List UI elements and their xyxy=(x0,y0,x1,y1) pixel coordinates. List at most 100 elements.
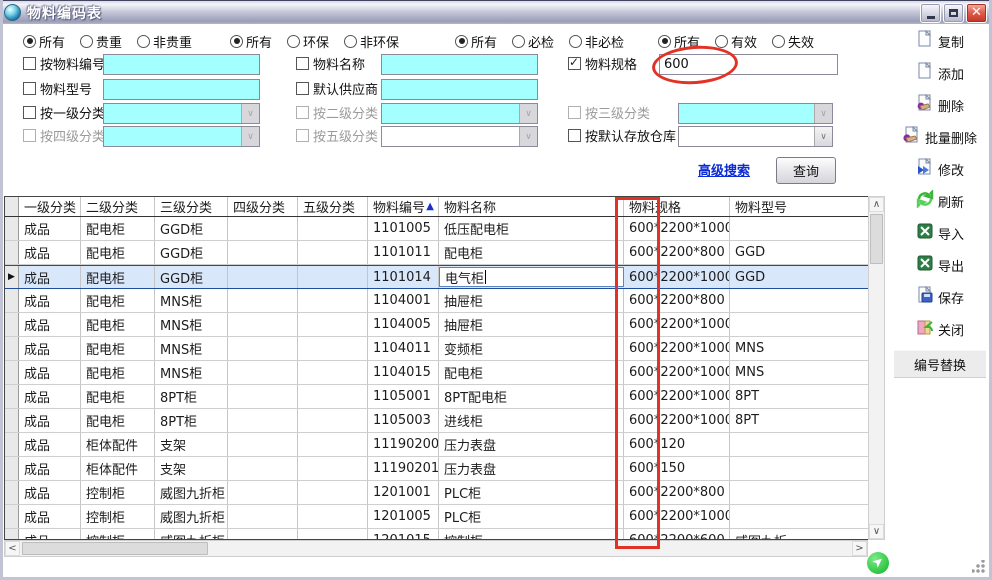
cell-物料规格[interactable]: 600*2200*1000 xyxy=(624,313,730,336)
radio-icon[interactable] xyxy=(230,35,243,48)
cell-四级分类[interactable] xyxy=(228,409,298,432)
cell-二级分类[interactable]: 配电柜 xyxy=(81,409,155,432)
cell-二级分类[interactable]: 配电柜 xyxy=(81,266,155,288)
cell-物料名称[interactable]: 压力表盘 xyxy=(439,433,624,456)
cell-物料型号[interactable] xyxy=(730,433,868,456)
cell-四级分类[interactable] xyxy=(228,241,298,264)
row-gutter[interactable] xyxy=(5,361,19,384)
filter-checkbox-按五级分类[interactable]: 按五级分类 xyxy=(296,126,378,145)
cell-物料名称[interactable]: 8PT配电柜 xyxy=(439,385,624,408)
cell-二级分类[interactable]: 配电柜 xyxy=(81,337,155,360)
checkbox-icon[interactable] xyxy=(23,82,36,95)
table-row[interactable]: 成品控制柜威图九折柜1201001PLC柜600*2200*800 xyxy=(5,481,868,505)
cell-一级分类[interactable]: 成品 xyxy=(19,241,81,264)
table-row[interactable]: 成品配电柜MNS柜1104005抽屉柜600*2200*1000 xyxy=(5,313,868,337)
cell-五级分类[interactable] xyxy=(298,217,368,240)
radio-icon[interactable] xyxy=(287,35,300,48)
table-row[interactable]: 成品配电柜8PT柜11050018PT配电柜600*2200*10008PT xyxy=(5,385,868,409)
cell-二级分类[interactable]: 柜体配件 xyxy=(81,433,155,456)
cell-二级分类[interactable]: 配电柜 xyxy=(81,361,155,384)
chevron-down-icon[interactable]: ∨ xyxy=(241,104,259,123)
cell-二级分类[interactable]: 配电柜 xyxy=(81,241,155,264)
filter-checkbox-按三级分类[interactable]: 按三级分类 xyxy=(568,103,650,122)
table-row[interactable]: 成品配电柜GGD柜1101005低压配电柜600*2200*1000 xyxy=(5,217,868,241)
cell-物料规格[interactable]: 600*2200*1000 xyxy=(624,361,730,384)
cell-五级分类[interactable] xyxy=(298,337,368,360)
filter-checkbox-默认供应商[interactable]: 默认供应商 xyxy=(296,79,378,98)
input-物料名称[interactable] xyxy=(381,54,538,75)
cell-二级分类[interactable]: 配电柜 xyxy=(81,289,155,312)
horizontal-scroll-thumb[interactable] xyxy=(22,542,208,555)
cell-三级分类[interactable]: 威图九折柜 xyxy=(155,505,228,528)
row-gutter[interactable] xyxy=(5,241,19,264)
scroll-left-icon[interactable]: < xyxy=(5,541,20,556)
cell-物料规格[interactable]: 600*2200*1000 xyxy=(624,217,730,240)
cell-物料规格[interactable]: 600*2200*600 xyxy=(624,529,730,540)
row-gutter[interactable] xyxy=(5,505,19,528)
cell-物料型号[interactable] xyxy=(730,505,868,528)
radio-validity-所有[interactable]: 所有 xyxy=(658,32,700,51)
table-row[interactable]: 成品配电柜MNS柜1104011变频柜600*2200*1000MNS xyxy=(5,337,868,361)
cell-物料编号[interactable]: 1104001 xyxy=(368,289,439,312)
scroll-up-icon[interactable]: ∧ xyxy=(869,197,884,212)
radio-icon[interactable] xyxy=(344,35,357,48)
cell-四级分类[interactable] xyxy=(228,313,298,336)
table-row[interactable]: ▶成品配电柜GGD柜1101014电气柜600*2200*1000GGD xyxy=(5,265,868,289)
cell-二级分类[interactable]: 配电柜 xyxy=(81,313,155,336)
cell-物料规格[interactable]: 600*2200*800 xyxy=(624,289,730,312)
cell-三级分类[interactable]: GGD柜 xyxy=(155,217,228,240)
checkbox-icon[interactable] xyxy=(296,129,309,142)
关闭-button[interactable]: 关闭 xyxy=(916,318,964,340)
添加-button[interactable]: 添加 xyxy=(916,62,964,84)
cell-物料名称[interactable]: 压力表盘 xyxy=(439,457,624,480)
cell-一级分类[interactable]: 成品 xyxy=(19,313,81,336)
cell-四级分类[interactable] xyxy=(228,505,298,528)
cell-三级分类[interactable]: MNS柜 xyxy=(155,313,228,336)
radio-eco-环保[interactable]: 环保 xyxy=(287,32,329,51)
cell-物料规格[interactable]: 600*2200*1000 xyxy=(624,409,730,432)
cell-物料名称[interactable]: 配电柜 xyxy=(439,361,624,384)
cell-一级分类[interactable]: 成品 xyxy=(19,361,81,384)
cell-五级分类[interactable] xyxy=(298,313,368,336)
cell-一级分类[interactable]: 成品 xyxy=(19,457,81,480)
cell-四级分类[interactable] xyxy=(228,481,298,504)
cell-物料名称[interactable]: 低压配电柜 xyxy=(439,217,624,240)
radio-inspect-必检[interactable]: 必检 xyxy=(512,32,554,51)
cell-二级分类[interactable]: 控制柜 xyxy=(81,529,155,540)
scroll-right-icon[interactable]: > xyxy=(852,541,867,556)
row-gutter[interactable] xyxy=(5,337,19,360)
cell-三级分类[interactable]: 支架 xyxy=(155,457,228,480)
table-row[interactable]: 成品控制柜威图九折柜1201005PLC柜600*2200*1000 xyxy=(5,505,868,529)
column-header-四级分类[interactable]: 四级分类 xyxy=(228,197,298,216)
导入-button[interactable]: 导入 xyxy=(916,222,964,244)
column-header-二级分类[interactable]: 二级分类 xyxy=(81,197,155,216)
scroll-down-icon[interactable]: ∨ xyxy=(869,524,884,539)
horizontal-scrollbar[interactable]: < > xyxy=(4,540,868,557)
chevron-down-icon[interactable]: ∨ xyxy=(241,127,259,146)
cell-物料型号[interactable]: 8PT xyxy=(730,409,868,432)
row-gutter[interactable] xyxy=(5,529,19,540)
checkbox-icon[interactable] xyxy=(568,106,581,119)
row-gutter[interactable] xyxy=(5,457,19,480)
cell-物料名称[interactable]: 抽屉柜 xyxy=(439,313,624,336)
cell-物料规格[interactable]: 600*2200*800 xyxy=(624,241,730,264)
filter-checkbox-按一级分类[interactable]: 按一级分类 xyxy=(23,103,105,122)
checkbox-icon[interactable] xyxy=(568,129,581,142)
cell-物料编号[interactable]: 1201015 xyxy=(368,529,439,540)
resize-grip-icon[interactable] xyxy=(972,560,985,573)
cell-五级分类[interactable] xyxy=(298,505,368,528)
vertical-scroll-thumb[interactable] xyxy=(870,214,883,264)
filter-checkbox-按四级分类[interactable]: 按四级分类 xyxy=(23,126,105,145)
cell-物料型号[interactable]: 威图九折 xyxy=(730,529,868,540)
filter-checkbox-物料型号[interactable]: 物料型号 xyxy=(23,79,92,98)
cell-三级分类[interactable]: MNS柜 xyxy=(155,361,228,384)
radio-validity-有效[interactable]: 有效 xyxy=(715,32,757,51)
cell-物料型号[interactable]: MNS xyxy=(730,361,868,384)
cell-一级分类[interactable]: 成品 xyxy=(19,266,81,288)
cell-五级分类[interactable] xyxy=(298,241,368,264)
cell-物料名称[interactable]: 控制柜 xyxy=(439,529,624,540)
radio-inspect-非必检[interactable]: 非必检 xyxy=(569,32,624,51)
cell-物料型号[interactable]: GGD xyxy=(730,241,868,264)
row-gutter[interactable] xyxy=(5,289,19,312)
checkbox-icon[interactable] xyxy=(23,57,36,70)
